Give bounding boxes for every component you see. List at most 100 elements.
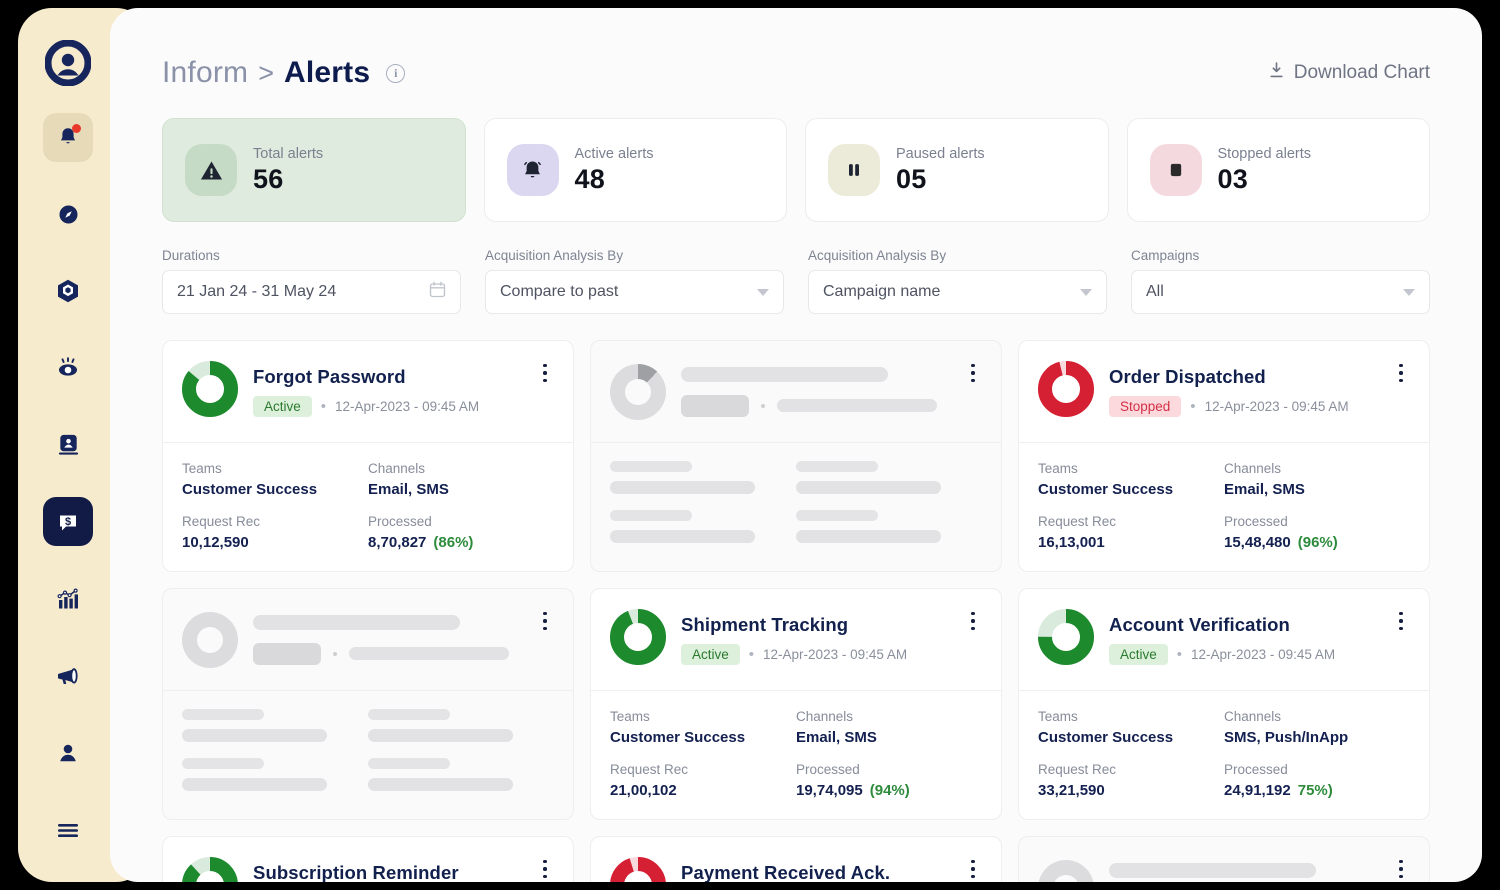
channels-value: SMS, Push/InApp	[1224, 729, 1410, 746]
processed-value: 8,70,827(86%)	[368, 534, 554, 551]
processed-percent: (86%)	[433, 534, 473, 551]
meta-separator: •	[321, 399, 326, 414]
alert-title: Payment Received Ack.	[681, 862, 947, 882]
card-menu-button[interactable]	[534, 856, 556, 882]
skeleton-title-bar	[681, 367, 888, 382]
alert-card[interactable]: Subscription ReminderActive•12-Apr-2023 …	[162, 836, 574, 882]
card-menu-button[interactable]	[962, 608, 984, 634]
skeleton-label	[368, 758, 450, 769]
request-rec-field: Request Rec33,21,590	[1038, 762, 1224, 799]
alert-card-skeleton[interactable]	[590, 340, 1002, 572]
avatar-logo[interactable]	[40, 36, 96, 91]
channels-field: ChannelsEmail, SMS	[796, 709, 982, 746]
acquisition-analysis-select-1[interactable]: Compare to past	[485, 270, 784, 314]
card-menu-button[interactable]	[1390, 856, 1412, 882]
skeleton-label	[610, 510, 692, 521]
stat-card-total-alerts[interactable]: Total alerts 56	[162, 118, 466, 222]
stat-value: 48	[575, 164, 654, 195]
campaigns-select[interactable]: All	[1131, 270, 1430, 314]
completion-donut	[610, 609, 666, 670]
alert-card[interactable]: Payment Received Ack.Stopped•12-Apr-2023…	[590, 836, 1002, 882]
breadcrumb-parent[interactable]: Inform	[162, 56, 248, 90]
channels-value: Email, SMS	[1224, 481, 1410, 498]
meta-separator: •	[1177, 647, 1182, 662]
skeleton-label	[368, 709, 450, 720]
sidebar-item-alerts[interactable]	[43, 113, 93, 162]
card-menu-button[interactable]	[962, 856, 984, 882]
alert-card-skeleton[interactable]	[1018, 836, 1430, 882]
sidebar-item-menu[interactable]	[43, 805, 93, 854]
request-rec-value: 10,12,590	[182, 534, 368, 551]
processed-value: 19,74,095(94%)	[796, 782, 982, 799]
alert-card-header: Order DispatchedStopped•12-Apr-2023 - 09…	[1019, 341, 1429, 443]
chevron-down-icon[interactable]	[1403, 289, 1415, 296]
sidebar-item-analytics[interactable]	[43, 574, 93, 623]
alert-card-body	[591, 443, 1001, 563]
teams-value: Customer Success	[182, 481, 368, 498]
request-rec-field: Request Rec16,13,001	[1038, 514, 1224, 551]
skeleton-label	[796, 461, 878, 472]
card-menu-button[interactable]	[534, 360, 556, 386]
alert-card[interactable]: Forgot PasswordActive•12-Apr-2023 - 09:4…	[162, 340, 574, 572]
info-icon[interactable]: i	[386, 64, 405, 83]
alert-card[interactable]: Shipment TrackingActive•12-Apr-2023 - 09…	[590, 588, 1002, 820]
alert-title: Subscription Reminder	[253, 862, 519, 882]
alert-card-header: Subscription ReminderActive•12-Apr-2023 …	[163, 837, 573, 882]
alert-card-body: TeamsCustomer SuccessChannelsEmail, SMSR…	[591, 691, 1001, 819]
request-rec-label: Request Rec	[610, 762, 796, 777]
skeleton-value	[610, 481, 755, 494]
sidebar-item-campaigns[interactable]	[43, 651, 93, 700]
processed-field: Processed15,48,480(96%)	[1224, 514, 1410, 551]
alert-card[interactable]: Order DispatchedStopped•12-Apr-2023 - 09…	[1018, 340, 1430, 572]
stat-value: 03	[1218, 164, 1312, 195]
skeleton-value	[368, 729, 513, 742]
stat-card-stopped-alerts[interactable]: Stopped alerts 03	[1127, 118, 1431, 222]
person-icon	[56, 741, 80, 765]
dollar-chat-icon: $	[55, 509, 81, 535]
skeleton-label	[610, 461, 692, 472]
download-icon	[1269, 62, 1284, 85]
channels-label: Channels	[796, 709, 982, 724]
alert-meta: Active•12-Apr-2023 - 09:45 AM	[253, 396, 519, 417]
stat-label: Active alerts	[575, 146, 654, 162]
card-menu-button[interactable]	[1390, 360, 1412, 386]
stat-card-paused-alerts[interactable]: Paused alerts 05	[805, 118, 1109, 222]
skeleton-value	[610, 530, 755, 543]
chevron-down-icon[interactable]	[1080, 289, 1092, 296]
status-badge: Stopped	[1109, 396, 1181, 417]
date-range-input[interactable]: 21 Jan 24 - 31 May 24	[162, 270, 461, 314]
download-chart-button[interactable]: Download Chart	[1269, 62, 1430, 85]
alert-card-skeleton[interactable]	[162, 588, 574, 820]
acquisition-analysis-select-2[interactable]: Campaign name	[808, 270, 1107, 314]
request-rec-label: Request Rec	[1038, 514, 1224, 529]
skeleton-meta-row	[253, 643, 519, 665]
alert-date: 12-Apr-2023 - 09:45 AM	[335, 399, 479, 414]
sidebar-item-monetize[interactable]: $	[43, 497, 93, 546]
stat-label: Paused alerts	[896, 146, 985, 162]
alert-card-header: Shipment TrackingActive•12-Apr-2023 - 09…	[591, 589, 1001, 691]
sidebar-item-profile[interactable]	[43, 728, 93, 777]
processed-label: Processed	[368, 514, 554, 529]
skeleton-value	[796, 530, 941, 543]
channels-label: Channels	[1224, 709, 1410, 724]
card-menu-button[interactable]	[534, 608, 556, 634]
card-menu-button[interactable]	[1390, 608, 1412, 634]
skeleton-label	[796, 510, 878, 521]
teams-label: Teams	[1038, 709, 1224, 724]
id-card-icon	[56, 432, 81, 457]
sidebar-item-orchestrate[interactable]	[43, 267, 93, 316]
sidebar-item-observe[interactable]	[43, 344, 93, 393]
alert-card-header	[591, 341, 1001, 443]
sidebar-item-explore[interactable]	[43, 190, 93, 239]
alert-stat-grid: TeamsCustomer SuccessChannelsEmail, SMSR…	[610, 709, 982, 799]
warning-triangle-icon	[185, 144, 237, 196]
card-menu-button[interactable]	[962, 360, 984, 386]
stat-card-active-alerts[interactable]: Active alerts 48	[484, 118, 788, 222]
alert-card[interactable]: Account VerificationActive•12-Apr-2023 -…	[1018, 588, 1430, 820]
request-rec-label: Request Rec	[1038, 762, 1224, 777]
channels-value: Email, SMS	[368, 481, 554, 498]
calendar-icon[interactable]	[429, 281, 446, 303]
sidebar-item-identity[interactable]	[43, 420, 93, 469]
chevron-down-icon[interactable]	[757, 289, 769, 296]
completion-donut	[1038, 361, 1094, 422]
